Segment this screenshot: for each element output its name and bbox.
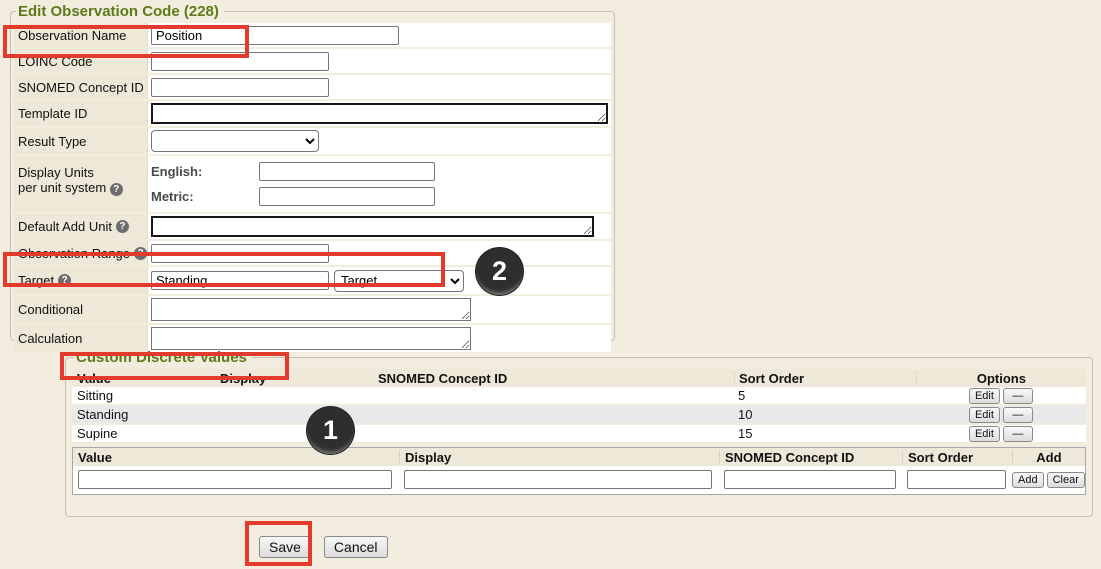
add-header-add: Add xyxy=(1012,450,1085,465)
result-type-select[interactable] xyxy=(151,130,319,152)
add-snomed-input[interactable] xyxy=(724,470,896,489)
add-header-sort: Sort Order xyxy=(902,450,1012,465)
snomed-concept-id-label: SNOMED Concept ID xyxy=(14,75,148,99)
conditional-label: Conditional xyxy=(14,296,148,323)
row-default-add-unit: Default Add Unit ? xyxy=(14,214,611,239)
row-template-id: Template ID xyxy=(14,101,611,126)
loinc-code-input[interactable] xyxy=(151,52,329,71)
table-row: Supine 15 Edit — xyxy=(72,425,1086,444)
target-label: Target xyxy=(18,273,54,288)
add-display-input[interactable] xyxy=(404,470,712,489)
discrete-legend: Custom Discrete Values xyxy=(74,349,252,366)
metric-units-input[interactable] xyxy=(259,187,435,206)
observation-range-input[interactable] xyxy=(151,244,329,263)
help-icon[interactable]: ? xyxy=(116,220,129,233)
target-value-input[interactable] xyxy=(151,271,329,290)
cell-value: Standing xyxy=(72,407,220,422)
discrete-header-row: Value Display SNOMED Concept ID Sort Ord… xyxy=(72,369,1086,387)
table-row: Standing 10 Edit — xyxy=(72,406,1086,425)
edit-button[interactable]: Edit xyxy=(969,388,1000,404)
metric-units-label: Metric: xyxy=(151,189,259,204)
help-icon[interactable]: ? xyxy=(110,183,123,196)
header-snomed: SNOMED Concept ID xyxy=(378,371,734,386)
cell-value: Supine xyxy=(72,426,220,441)
row-conditional: Conditional xyxy=(14,296,611,323)
template-id-textarea[interactable] xyxy=(151,103,608,124)
conditional-textarea[interactable] xyxy=(151,298,471,321)
table-row: Sitting 5 Edit — xyxy=(72,387,1086,406)
row-calculation: Calculation xyxy=(14,325,611,352)
edit-button[interactable]: Edit xyxy=(969,407,1000,423)
action-bar: Save Cancel xyxy=(259,536,388,558)
clear-button[interactable]: Clear xyxy=(1047,472,1085,488)
remove-button[interactable]: — xyxy=(1003,426,1033,442)
help-icon[interactable]: ? xyxy=(58,274,71,287)
cancel-button[interactable]: Cancel xyxy=(324,536,388,558)
calculation-label: Calculation xyxy=(14,325,148,352)
edit-button[interactable]: Edit xyxy=(969,426,1000,442)
row-loinc-code: LOINC Code xyxy=(14,49,611,73)
save-button[interactable]: Save xyxy=(259,536,311,558)
form-legend: Edit Observation Code (228) xyxy=(16,3,224,20)
custom-discrete-values-section: Custom Discrete Values Value Display SNO… xyxy=(65,349,1093,517)
remove-button[interactable]: — xyxy=(1003,388,1033,404)
cell-sort: 15 xyxy=(734,426,916,441)
observation-name-label: Observation Name xyxy=(14,23,148,47)
remove-button[interactable]: — xyxy=(1003,407,1033,423)
add-button[interactable]: Add xyxy=(1012,472,1044,488)
step-1-badge: 1 xyxy=(307,407,354,454)
row-display-units: Display Units per unit system ? English:… xyxy=(14,156,611,212)
help-icon[interactable]: ? xyxy=(134,247,147,260)
observation-name-input[interactable] xyxy=(151,26,399,45)
edit-observation-code-form: Edit Observation Code (228) Observation … xyxy=(10,3,615,341)
add-sort-input[interactable] xyxy=(907,470,1006,489)
cell-sort: 10 xyxy=(734,407,916,422)
add-header-value: Value xyxy=(73,450,399,465)
target-type-select[interactable]: Target xyxy=(334,270,464,292)
default-add-unit-label: Default Add Unit xyxy=(18,219,112,234)
header-options: Options xyxy=(916,371,1086,386)
add-discrete-value-table: Value Display SNOMED Concept ID Sort Ord… xyxy=(72,447,1086,495)
observation-range-label: Observation Range xyxy=(18,246,130,261)
row-result-type: Result Type xyxy=(14,128,611,154)
snomed-concept-id-input[interactable] xyxy=(151,78,329,97)
cell-value: Sitting xyxy=(72,388,220,403)
template-id-label: Template ID xyxy=(14,101,148,126)
row-observation-range: Observation Range ? xyxy=(14,241,611,265)
header-sort: Sort Order xyxy=(734,371,916,386)
step-2-badge: 2 xyxy=(476,248,523,295)
default-add-unit-textarea[interactable] xyxy=(151,216,594,237)
header-display: Display xyxy=(220,371,378,386)
english-units-label: English: xyxy=(151,164,259,179)
english-units-input[interactable] xyxy=(259,162,435,181)
display-units-label: Display Units per unit system ? xyxy=(18,165,123,196)
calculation-textarea[interactable] xyxy=(151,327,471,350)
add-value-input[interactable] xyxy=(78,470,392,489)
loinc-code-label: LOINC Code xyxy=(14,49,148,73)
header-value: Value xyxy=(72,371,220,386)
row-observation-name: Observation Name xyxy=(14,23,611,47)
add-header-snomed: SNOMED Concept ID xyxy=(719,450,902,465)
add-header-display: Display xyxy=(399,450,719,465)
result-type-label: Result Type xyxy=(14,128,148,154)
cell-sort: 5 xyxy=(734,388,916,403)
row-snomed-concept-id: SNOMED Concept ID xyxy=(14,75,611,99)
